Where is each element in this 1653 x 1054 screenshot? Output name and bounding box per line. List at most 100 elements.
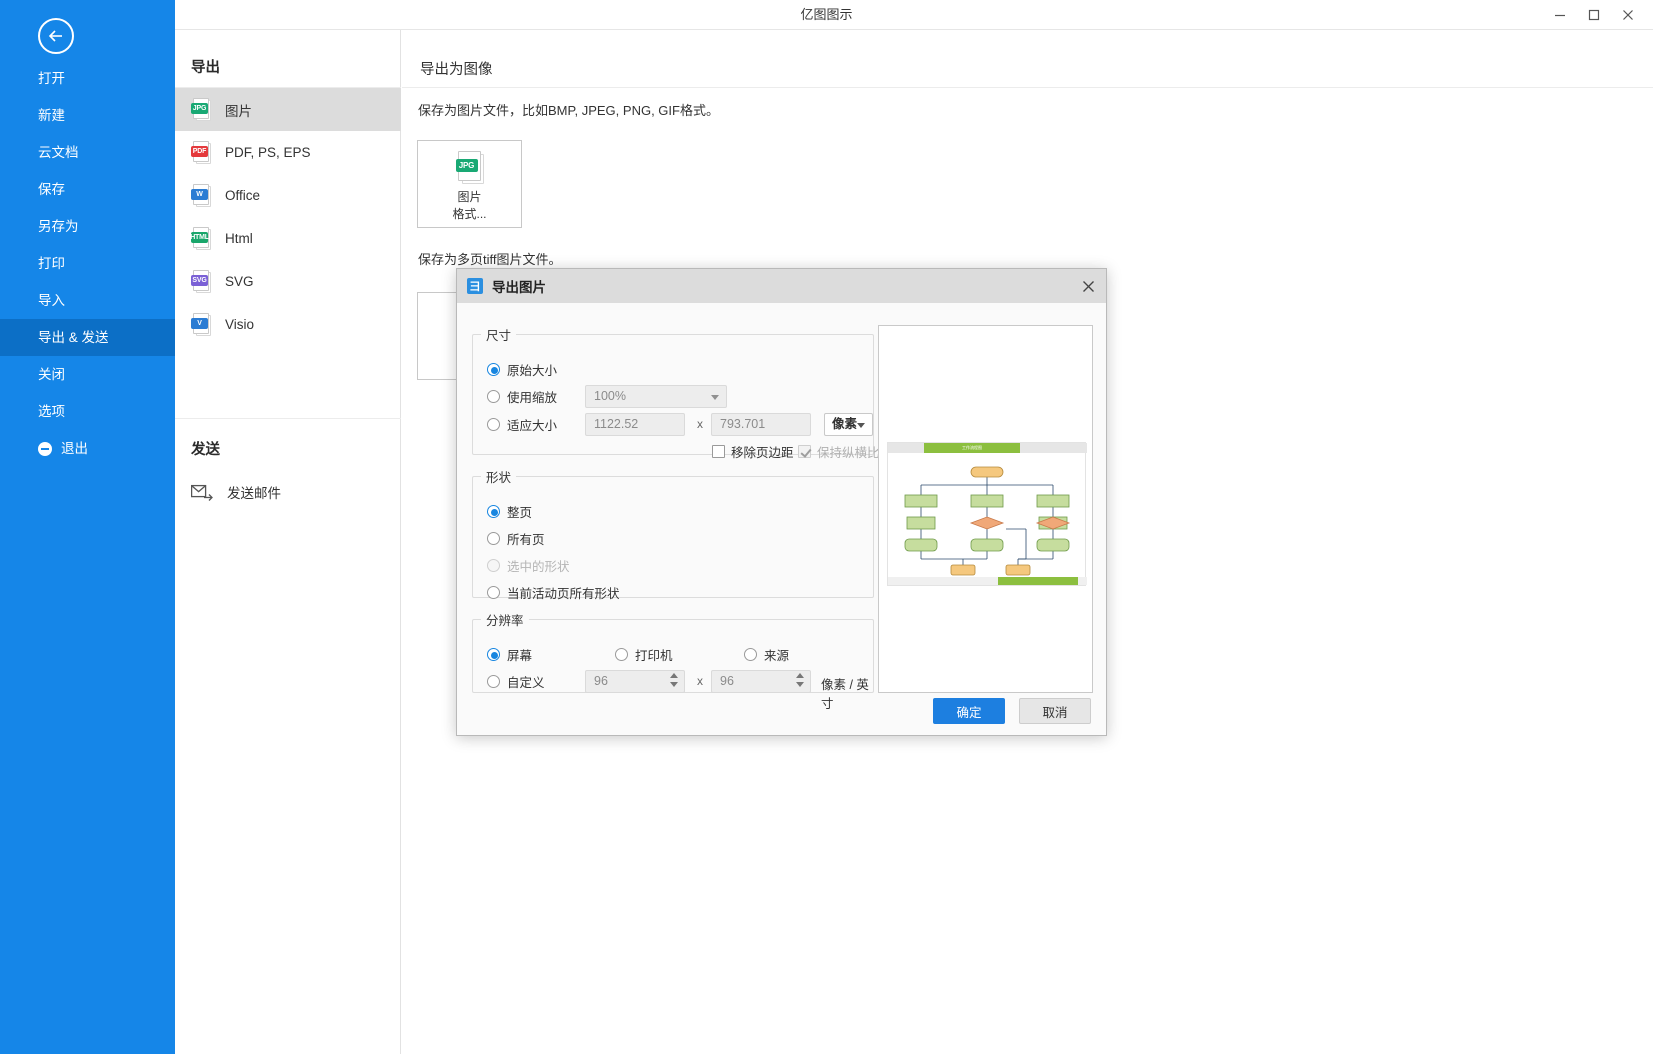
- window-controls: [1543, 0, 1645, 30]
- format-tag-label: SVG: [191, 274, 208, 286]
- exit-icon: [38, 441, 52, 456]
- sidebar-item-9[interactable]: 选项: [0, 393, 175, 430]
- fit-size-option[interactable]: 适应大小: [487, 415, 557, 434]
- shape-option-radio[interactable]: [487, 505, 500, 518]
- original-size-option[interactable]: 原始大小: [487, 360, 557, 379]
- shape-group: 形状 整页 所有页 选中的形状 当前活动页所有形状: [472, 467, 874, 601]
- resolution-option-label: 来源: [764, 649, 790, 663]
- svg-file-icon: SVG: [191, 269, 211, 294]
- pdf-file-icon: PDF: [191, 140, 211, 165]
- image-card-caption: 图片 格式...: [418, 189, 521, 223]
- word-file-icon: W: [191, 183, 211, 208]
- sidebar-item-5[interactable]: 打印: [0, 245, 175, 282]
- html-file-icon: HTML: [190, 226, 211, 251]
- format-tag-label: HTML: [190, 231, 209, 243]
- sidebar-item-exit[interactable]: 退出: [0, 430, 175, 467]
- sidebar-item-2[interactable]: 云文档: [0, 134, 175, 171]
- remove-margin-checkbox[interactable]: [712, 445, 725, 458]
- send-mail-item[interactable]: 发送邮件: [175, 472, 401, 512]
- format-item-html[interactable]: HTML Html: [175, 217, 401, 260]
- app-logo-icon: 彐: [467, 278, 483, 294]
- dpi-x-stepper[interactable]: 96: [585, 670, 685, 693]
- size-group: 尺寸 原始大小 使用缩放 100% 适应大小 1122.52 x 793.701: [472, 325, 880, 460]
- resolution-option-label: 屏幕: [507, 649, 533, 663]
- custom-dpi-label: 自定义: [507, 676, 545, 690]
- height-input[interactable]: 793.701: [711, 413, 811, 436]
- scale-select[interactable]: 100%: [585, 385, 727, 408]
- flowchart-preview: [904, 466, 1071, 576]
- preview-footer-bar: [888, 577, 1087, 585]
- shape-option-label: 当前活动页所有形状: [507, 587, 620, 601]
- pane-title: 导出为图像: [420, 62, 493, 78]
- size-unit-select[interactable]: 像素: [824, 413, 873, 436]
- format-item-label: SVG: [225, 274, 254, 289]
- format-item-office[interactable]: W Office: [175, 174, 401, 217]
- image-card-line1: 图片: [457, 190, 482, 204]
- dialog-footer: 确定 取消: [457, 691, 1108, 737]
- format-tag-label: W: [191, 188, 208, 200]
- sidebar-item-7[interactable]: 导出 & 发送: [0, 319, 175, 356]
- send-mail-label: 发送邮件: [227, 486, 281, 501]
- remove-margin-option[interactable]: 移除页边距: [712, 442, 794, 461]
- resolution-option-radio[interactable]: [487, 648, 500, 661]
- shape-option-radio[interactable]: [487, 586, 500, 599]
- shape-option-radio[interactable]: [487, 532, 500, 545]
- sidebar-item-8[interactable]: 关闭: [0, 356, 175, 393]
- dpi-y-stepper[interactable]: 96: [711, 670, 811, 693]
- cancel-button[interactable]: 取消: [1019, 698, 1091, 724]
- resolution-option-radio[interactable]: [744, 648, 757, 661]
- visio-file-icon: V: [191, 312, 211, 337]
- size-group-legend: 尺寸: [486, 329, 512, 343]
- format-item--[interactable]: JPG 图片: [175, 88, 401, 131]
- sidebar-item-1[interactable]: 新建: [0, 97, 175, 134]
- jpg-tag-label: JPG: [455, 159, 478, 172]
- sidebar: 打开 新建 云文档 保存 另存为 打印 导入 导出 & 发送 关闭 选项 退出: [0, 0, 175, 1054]
- resolution-option-2[interactable]: 来源: [744, 645, 789, 664]
- sidebar-item-4[interactable]: 另存为: [0, 208, 175, 245]
- sidebar-item-3[interactable]: 保存: [0, 171, 175, 208]
- dialog-header: 彐 导出图片: [457, 269, 1106, 303]
- dialog-title: 导出图片: [492, 280, 546, 295]
- format-item-pdf-ps-eps[interactable]: PDF PDF, PS, EPS: [175, 131, 401, 174]
- stepper-arrows-icon[interactable]: [668, 673, 679, 691]
- shape-option-0[interactable]: 整页: [487, 502, 532, 521]
- use-scale-radio[interactable]: [487, 390, 500, 403]
- resolution-option-1[interactable]: 打印机: [615, 645, 673, 664]
- chevron-down-icon: [711, 395, 719, 400]
- resolution-group: 分辨率 屏幕 打印机 来源 自定义 96 x 96 像素 / 英寸: [472, 610, 874, 711]
- dialog-close-icon[interactable]: [1078, 276, 1098, 296]
- scale-select-value: 100%: [594, 389, 626, 403]
- dpi-x-separator: x: [697, 674, 703, 688]
- format-item-visio[interactable]: V Visio: [175, 303, 401, 346]
- resolution-option-radio[interactable]: [615, 648, 628, 661]
- image-card-line2: 格式...: [452, 207, 487, 221]
- mail-icon: [190, 484, 213, 501]
- fit-size-radio[interactable]: [487, 418, 500, 431]
- shape-option-1[interactable]: 所有页: [487, 529, 545, 548]
- maximize-icon[interactable]: [1577, 0, 1611, 30]
- format-item-svg[interactable]: SVG SVG: [175, 260, 401, 303]
- sidebar-item-0[interactable]: 打开: [0, 60, 175, 97]
- ok-button[interactable]: 确定: [933, 698, 1005, 724]
- keep-ratio-option: 保持纵横比: [798, 442, 880, 461]
- width-input[interactable]: 1122.52: [585, 413, 685, 436]
- back-button[interactable]: [38, 18, 74, 54]
- stepper-arrows-icon[interactable]: [794, 673, 805, 691]
- keep-ratio-checkbox: [798, 445, 811, 458]
- shape-option-3[interactable]: 当前活动页所有形状: [487, 583, 620, 602]
- image-format-card[interactable]: JPG 图片 格式...: [417, 140, 522, 228]
- tiff-description: 保存为多页tiff图片文件。: [418, 252, 562, 267]
- minimize-icon[interactable]: [1543, 0, 1577, 30]
- original-size-radio[interactable]: [487, 363, 500, 376]
- resolution-option-label: 打印机: [635, 649, 673, 663]
- custom-dpi-option[interactable]: 自定义: [487, 672, 545, 691]
- column-divider: [175, 418, 401, 419]
- custom-dpi-radio[interactable]: [487, 675, 500, 688]
- export-heading: 导出: [191, 60, 220, 76]
- title-bar: 亿图图示: [0, 0, 1653, 30]
- use-scale-option[interactable]: 使用缩放: [487, 387, 557, 406]
- close-icon[interactable]: [1611, 0, 1645, 30]
- resolution-option-0[interactable]: 屏幕: [487, 645, 532, 664]
- sidebar-item-6[interactable]: 导入: [0, 282, 175, 319]
- export-image-dialog: 彐 导出图片 尺寸 原始大小 使用缩放 100% 适应大小 1122.52 x …: [456, 268, 1107, 736]
